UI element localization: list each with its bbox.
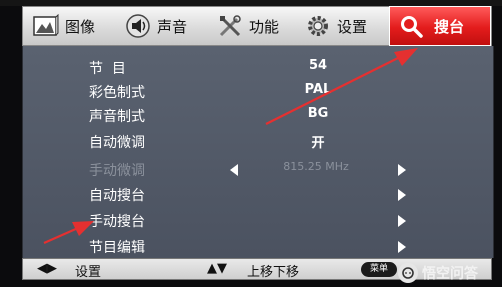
up-down-arrows-icon: ▲▼ <box>207 261 227 276</box>
tab-channel-search[interactable]: 搜台 <box>389 6 491 46</box>
search-icon <box>396 11 426 41</box>
menu-item-value: 815.25 MHz <box>283 160 349 173</box>
tab-function[interactable]: 功能 <box>215 7 301 45</box>
menu-item-color-system[interactable]: 彩色制式 PAL <box>23 80 493 104</box>
menu-item-label: 自动搜台 <box>89 188 145 204</box>
menu-item-label: 彩色制式 <box>89 85 145 101</box>
menu-item-label: 自动微调 <box>89 135 145 151</box>
watermark: 悟空问答 <box>398 263 478 283</box>
menu-item-value: 开 <box>311 136 325 151</box>
hint-lr-label: 设置 <box>75 265 102 280</box>
hint-ud-label: 上移下移 <box>247 265 300 280</box>
menu-item-label: 节 目 <box>89 61 126 77</box>
tab-label: 声音 <box>157 17 188 36</box>
menu-item-label: 手动搜台 <box>89 214 145 230</box>
left-arrow-icon <box>230 164 238 176</box>
menu-item-label: 节目编辑 <box>89 240 145 256</box>
tab-sound[interactable]: 声音 <box>123 7 209 45</box>
menu-item-manual-fine-tune: 手动微调 815.25 MHz <box>23 158 493 182</box>
chat-bubble-icon <box>398 263 418 283</box>
gear-icon <box>303 11 333 41</box>
menu-item-label: 声音制式 <box>89 109 145 125</box>
menu-item-auto-fine-tune[interactable]: 自动微调 开 <box>23 130 493 154</box>
top-menu-bar: 图像 声音 功能 设置 搜台 <box>22 6 492 46</box>
tab-picture[interactable]: 图像 <box>31 7 117 45</box>
menu-item-value: 54 <box>308 58 328 73</box>
menu-item-value: BG <box>307 106 329 121</box>
watermark-text: 悟空问答 <box>422 266 478 282</box>
tools-icon <box>215 11 245 41</box>
tab-label: 设置 <box>337 17 368 36</box>
left-right-arrows-icon: ◀▶ <box>37 261 57 276</box>
tab-label: 功能 <box>249 17 280 36</box>
right-arrow-icon <box>398 215 406 227</box>
menu-item-program[interactable]: 节 目 54 <box>23 56 493 80</box>
right-arrow-icon <box>398 164 406 176</box>
tab-label: 搜台 <box>434 17 465 36</box>
right-arrow-icon <box>398 241 406 253</box>
menu-item-manual-search[interactable]: 手动搜台 <box>23 209 493 233</box>
right-arrow-icon <box>398 189 406 201</box>
menu-item-program-edit[interactable]: 节目编辑 <box>23 235 493 259</box>
picture-icon <box>31 11 61 41</box>
tab-label: 图像 <box>65 17 96 36</box>
speaker-icon <box>123 11 153 41</box>
channel-menu-panel: 节 目 54 彩色制式 PAL 声音制式 BG 自动微调 开 手动微调 815.… <box>22 46 494 258</box>
menu-item-auto-search[interactable]: 自动搜台 <box>23 183 493 207</box>
menu-item-label: 手动微调 <box>89 163 145 179</box>
menu-key-badge: 菜单 <box>361 262 397 277</box>
menu-item-value: PAL <box>304 82 332 97</box>
tab-settings[interactable]: 设置 <box>303 7 389 45</box>
menu-item-sound-system[interactable]: 声音制式 BG <box>23 104 493 128</box>
